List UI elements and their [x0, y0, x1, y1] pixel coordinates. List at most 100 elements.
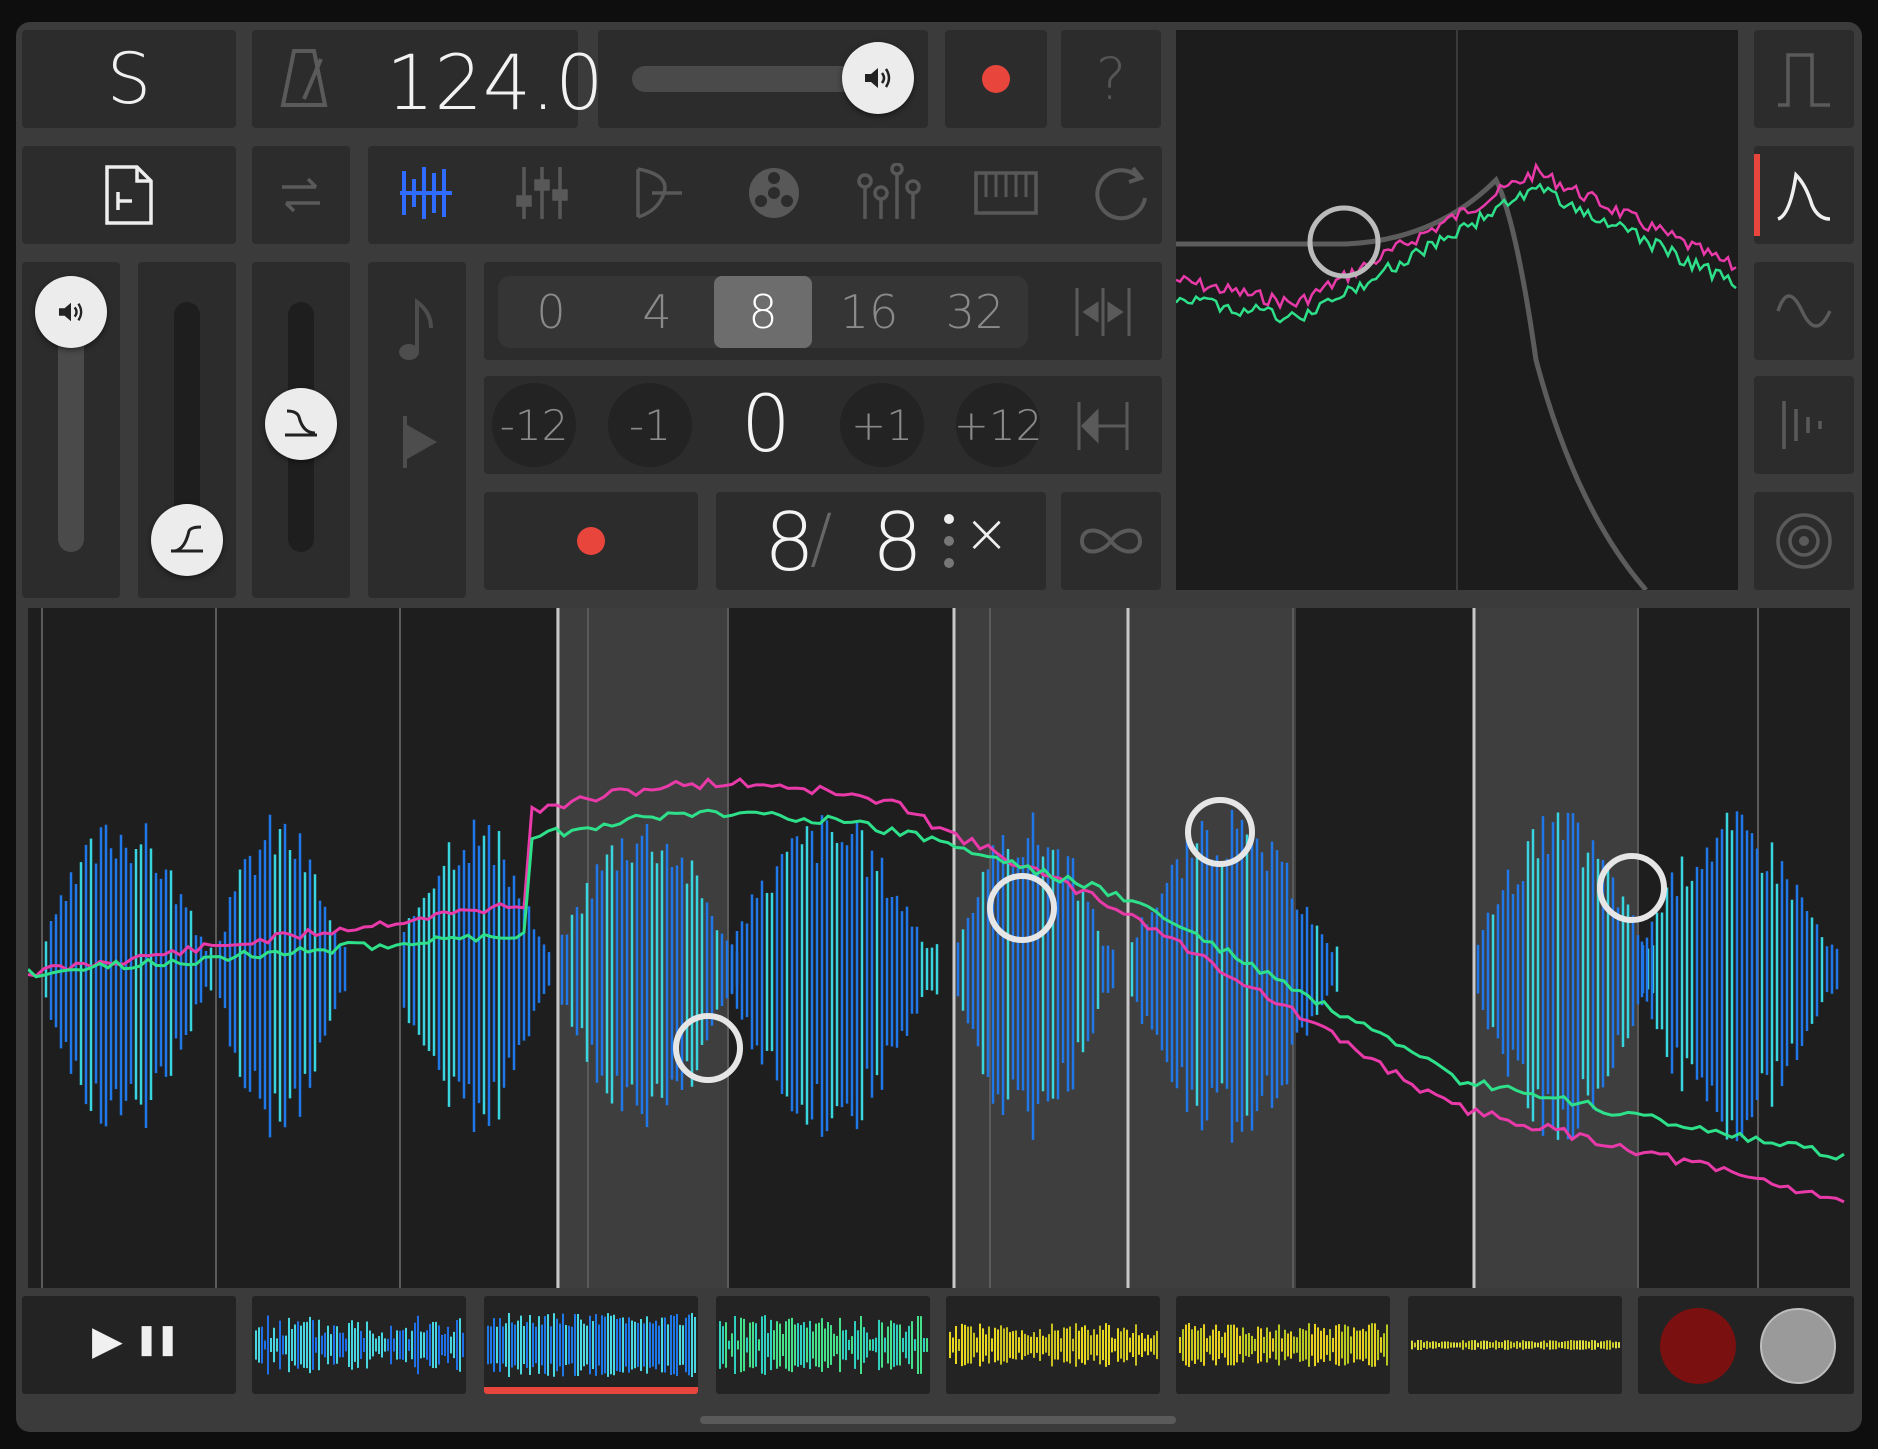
tab-loop[interactable]: [1064, 146, 1180, 244]
envelope-curve-icon: [1754, 146, 1854, 244]
logo-button[interactable]: S: [22, 30, 236, 128]
tab-waveform[interactable]: [368, 146, 484, 244]
shape-button-2[interactable]: [1754, 146, 1854, 244]
clip-1[interactable]: [252, 1296, 466, 1394]
shape-button-5[interactable]: [1754, 492, 1854, 590]
loop-slash: /: [810, 500, 833, 577]
tab-tape[interactable]: [716, 146, 832, 244]
loop-numerator[interactable]: 8: [764, 496, 815, 589]
fade-in-icon: [171, 525, 203, 553]
master-volume-track[interactable]: [632, 66, 872, 92]
loop-length-panel: 8 / 8 ×: [716, 492, 1046, 590]
fade-out-slider-panel: [252, 262, 350, 598]
loop-record-button[interactable]: [484, 492, 698, 590]
tempo-cell[interactable]: 124.0: [252, 30, 604, 128]
clip-2[interactable]: [484, 1296, 698, 1394]
clip-6-waveform: [1411, 1340, 1620, 1350]
tab-fx[interactable]: [600, 146, 716, 244]
clip-3-waveform: [719, 1315, 928, 1375]
fade-in-slider-panel: [138, 262, 236, 598]
scene-stop-button[interactable]: [1760, 1308, 1836, 1384]
play-icon[interactable]: ▶: [92, 1318, 123, 1364]
scene-record-button[interactable]: [1660, 1308, 1736, 1384]
transpose-plus-1[interactable]: +1: [840, 383, 924, 467]
swap-button[interactable]: [252, 146, 350, 244]
infinite-loop-button[interactable]: [1061, 492, 1161, 590]
tab-mixer[interactable]: [484, 146, 600, 244]
shape-button-3[interactable]: [1754, 262, 1854, 360]
clip-6[interactable]: [1408, 1296, 1622, 1394]
quantize-option-16[interactable]: 16: [816, 276, 922, 348]
tab-bar: [368, 146, 1162, 244]
file-button[interactable]: [22, 146, 236, 244]
volume-slider-panel: [22, 262, 120, 598]
waveform-bars-icon: [398, 163, 454, 227]
quantize-option-8[interactable]: 8: [714, 276, 812, 348]
record-button-top[interactable]: [945, 30, 1047, 128]
master-volume-knob[interactable]: [842, 42, 914, 114]
loop-denominator[interactable]: 8: [872, 496, 923, 589]
loop-icon: [1093, 164, 1151, 226]
quantize-option-32[interactable]: 32: [922, 276, 1028, 348]
note-icon[interactable]: [392, 296, 442, 366]
target-rings-icon: [1754, 492, 1854, 590]
quantize-selector: 0 4 8 16 32: [498, 276, 1028, 348]
fade-out-icon: [285, 409, 317, 437]
transport-button[interactable]: ▶ ❚❚: [22, 1296, 236, 1394]
transpose-value: 0: [741, 380, 791, 470]
loop-record-dot-icon: [577, 527, 605, 555]
pause-icon[interactable]: ❚❚: [134, 1322, 180, 1357]
record-dot-icon: [982, 65, 1010, 93]
waveform-view[interactable]: [28, 608, 1850, 1288]
trim-icon[interactable]: [1068, 394, 1138, 458]
tab-keyboard[interactable]: [948, 146, 1064, 244]
sine-wave-icon: [1754, 262, 1854, 360]
fade-out-knob[interactable]: [265, 388, 337, 460]
scene-buttons: [1638, 1296, 1854, 1394]
help-label: ?: [1095, 45, 1127, 113]
play-marker-icon[interactable]: [392, 412, 442, 472]
transpose-minus-12[interactable]: -12: [492, 383, 576, 467]
quantize-option-0[interactable]: 0: [498, 276, 604, 348]
tape-reel-icon: [746, 165, 802, 225]
clip-4-waveform: [949, 1323, 1158, 1367]
loop-clear-button[interactable]: ×: [964, 502, 1009, 565]
shape-button-4[interactable]: [1754, 376, 1854, 474]
square-wave-icon: [1754, 30, 1854, 128]
file-icon: [22, 146, 236, 244]
clip-4[interactable]: [946, 1296, 1160, 1394]
infinity-icon: [1061, 492, 1161, 590]
fade-in-knob[interactable]: [151, 504, 223, 576]
shape-button-1[interactable]: [1754, 30, 1854, 128]
clip-5-waveform: [1179, 1323, 1388, 1367]
volume-slider-knob[interactable]: [35, 276, 107, 348]
dot-menu-dot-3: [944, 558, 954, 568]
help-button[interactable]: ?: [1061, 30, 1161, 128]
transpose-minus-1[interactable]: -1: [608, 383, 692, 467]
quantize-panel: 0 4 8 16 32: [484, 262, 1162, 360]
speaker-small-icon: [59, 302, 83, 322]
transpose-plus-12[interactable]: +12: [954, 383, 1042, 467]
dot-menu-dot-2: [944, 536, 954, 546]
speaker-icon: [865, 68, 891, 88]
app-frame: S 124.0 ? 0 4 8 16 32 -12 -1 0 +1 +12 8 …: [16, 22, 1862, 1432]
split-icon[interactable]: [1068, 280, 1138, 344]
mixer-sliders-icon: [514, 163, 570, 227]
home-indicator: [700, 1416, 1176, 1424]
clip-5[interactable]: [1176, 1296, 1390, 1394]
tempo-value[interactable]: 124.0: [386, 38, 604, 127]
quantize-option-4[interactable]: 4: [604, 276, 710, 348]
transpose-panel: -12 -1 0 +1 +12: [484, 376, 1162, 474]
dot-menu-icon[interactable]: [944, 514, 954, 524]
fx-icon: [630, 163, 686, 227]
eq-nodes-icon: [855, 162, 925, 227]
metronome-icon[interactable]: [274, 48, 334, 110]
active-clip-indicator: [484, 1387, 698, 1394]
clip-3[interactable]: [716, 1296, 930, 1394]
envelope-graph[interactable]: [1175, 30, 1738, 592]
tab-eq[interactable]: [832, 146, 948, 244]
logo-icon: S: [106, 38, 152, 120]
swap-arrows-icon: [252, 146, 350, 244]
note-panel: [368, 262, 466, 598]
clip-2-waveform: [487, 1313, 696, 1377]
